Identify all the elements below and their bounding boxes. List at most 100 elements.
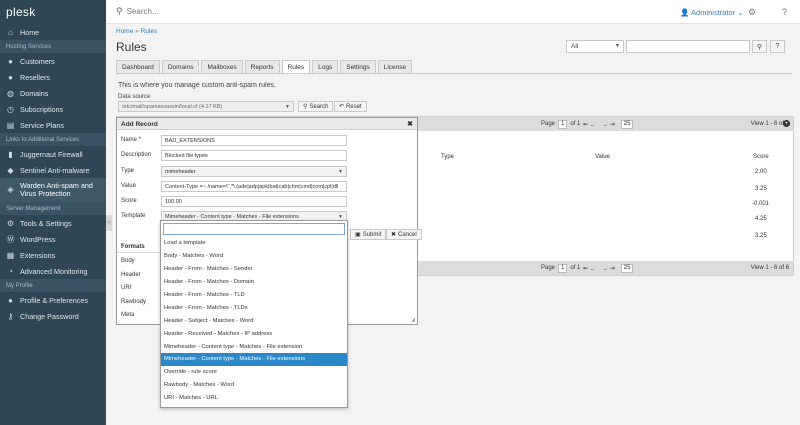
col-type[interactable]: Type <box>441 154 454 160</box>
sidebar-item-resellers[interactable]: ● Resellers <box>0 69 106 85</box>
sidebar-item-subscriptions[interactable]: ◷ Subscriptions <box>0 101 106 117</box>
col-score[interactable]: Score <box>753 154 769 160</box>
sidebar-item-customers[interactable]: ● Customers <box>0 53 106 69</box>
sidebar-item-extensions[interactable]: ▦ Extensions <box>0 247 106 263</box>
template-option[interactable]: Body - Matches - Word <box>161 250 347 263</box>
dialog-title: Add Record <box>121 121 158 128</box>
template-option[interactable]: Mimeheader - Content type - Matches - Fi… <box>161 353 347 366</box>
cancel-icon: ✖ <box>391 232 397 238</box>
template-search-input[interactable] <box>163 223 345 235</box>
sidebar-item-service-plans[interactable]: ▤ Service Plans <box>0 117 106 133</box>
pager-page-label: Page <box>541 265 556 271</box>
tab-settings[interactable]: Settings <box>340 60 376 73</box>
sidebar-item-tools-settings[interactable]: ⚙ Tools & Settings <box>0 215 106 231</box>
template-option[interactable]: Header - From - Matches - TLDs <box>161 301 347 314</box>
template-option[interactable]: Mimeheader - Content type - Matches - Fi… <box>161 340 347 353</box>
tab-mailboxes[interactable]: Mailboxes <box>201 60 243 73</box>
filter-input[interactable] <box>626 40 750 53</box>
sidebar-section-header: Server Management <box>0 202 106 215</box>
sidebar-item-advanced-monitoring[interactable]: ◔ Advanced Monitoring <box>0 263 106 279</box>
description-field[interactable]: Blocked file types <box>161 150 347 161</box>
type-select[interactable]: mimeheader ▼ <box>161 166 347 177</box>
template-option[interactable]: Override - rule score <box>161 366 347 379</box>
sidebar-section-header: My Profile <box>0 279 106 292</box>
template-option[interactable]: URI - Matches - URL <box>161 392 347 405</box>
tab-divider <box>116 73 792 74</box>
data-source-label: Data source <box>118 94 151 100</box>
col-value[interactable]: Value <box>595 154 610 160</box>
breadcrumb-current[interactable]: Rules <box>141 28 158 35</box>
help-button[interactable]: ? <box>770 40 785 53</box>
per-page-select[interactable]: 25 <box>620 263 634 273</box>
template-option[interactable]: Header - From - Matches - Domain <box>161 276 347 289</box>
chevron-down-icon: ▼ <box>285 104 290 110</box>
submit-button[interactable]: ▣ Submit <box>350 229 387 240</box>
tab-logs[interactable]: Logs <box>312 60 339 73</box>
format-item-header[interactable]: Header <box>121 272 141 278</box>
user-menu[interactable]: 👤 Administrator ⌄ <box>680 8 744 17</box>
pager-prev-icon[interactable]: ⇤ ← <box>583 265 596 272</box>
value-field[interactable]: Content-Type =~ /name=\".*\.(ade|adp|apk… <box>161 181 347 192</box>
search-icon: ⚲ <box>116 6 123 16</box>
sidebar-item-profile-preferences[interactable]: ● Profile & Preferences <box>0 292 106 308</box>
pager-page-input[interactable]: 1 <box>558 263 568 273</box>
top-bar: ⚲ Search... 👤 Administrator ⌄ ⚙ ? <box>106 0 800 24</box>
tab-domains[interactable]: Domains <box>161 60 200 73</box>
resize-handle-icon[interactable]: ◢ <box>411 317 415 323</box>
format-item-body[interactable]: Body <box>121 258 135 264</box>
filter-search-button[interactable]: ⚲ <box>752 40 767 53</box>
sidebar-item-label: Extensions <box>20 250 56 260</box>
add-record-icon[interactable]: + <box>783 120 790 127</box>
search-button-label: Search <box>309 103 329 110</box>
format-item-meta[interactable]: Meta <box>121 312 134 318</box>
format-item-uri[interactable]: URI <box>121 285 131 291</box>
score-field[interactable]: 100.00 <box>161 196 347 207</box>
key-icon: ⚷ <box>7 311 14 321</box>
template-option[interactable]: Header - Received - Matches - IP address <box>161 327 347 340</box>
sidebar-item-label: Domains <box>20 88 49 98</box>
sidebar-item-warden-anti-spam-and-virus-protection[interactable]: ◈ Warden Anti-spam and Virus Protection <box>0 178 106 202</box>
tab-reports[interactable]: Reports <box>244 60 280 73</box>
sidebar-item-juggernaut-firewall[interactable]: ▮ Juggernaut Firewall <box>0 146 106 162</box>
template-option[interactable]: Header - From - Matches - TLD <box>161 289 347 302</box>
tab-license[interactable]: License <box>377 60 413 73</box>
help-icon: ? <box>775 43 780 50</box>
formats-header: Formats <box>117 241 161 253</box>
format-item-rawbody[interactable]: Rawbody <box>121 299 146 305</box>
sidebar-item-sentinel-anti-malware[interactable]: ◆ Sentinel Anti-malware <box>0 162 106 178</box>
user-name: Administrator <box>691 8 736 17</box>
sidebar-item-home[interactable]: ⌂ Home <box>0 24 106 40</box>
sidebar-item-wordpress[interactable]: Ⓦ WordPress <box>0 231 106 247</box>
plesk-logo[interactable]: plesk <box>0 0 106 24</box>
pager-prev-icon[interactable]: ⇤ ← <box>583 121 596 128</box>
pager-page-input[interactable]: 1 <box>558 119 568 129</box>
filter-select[interactable]: All ▼ <box>566 40 624 53</box>
tab-dashboard[interactable]: Dashboard <box>116 60 160 73</box>
data-source-select[interactable]: /etc/mail/spamassassin/local.cf (4.17 KB… <box>118 101 294 112</box>
template-option[interactable]: Rawbody - Matches - Word <box>161 379 347 392</box>
sidebar-item-change-password[interactable]: ⚷ Change Password <box>0 308 106 324</box>
reset-button[interactable]: ↶ Reset <box>334 101 367 112</box>
pager-next-icon[interactable]: → ⇥ <box>602 265 615 272</box>
sidebar-section-header: Links to Additional Services <box>0 133 106 146</box>
sidebar-item-domains[interactable]: ◍ Domains <box>0 85 106 101</box>
pager-next-icon[interactable]: → ⇥ <box>602 121 615 128</box>
search-button[interactable]: ⚲ Search <box>298 101 334 112</box>
global-search[interactable]: ⚲ Search... <box>116 6 159 17</box>
cancel-button[interactable]: ✖ Cancel <box>386 229 422 240</box>
template-option[interactable]: Load a template <box>161 237 347 250</box>
support-icon[interactable]: ⚙ <box>748 7 756 18</box>
tab-rules[interactable]: Rules <box>281 60 311 73</box>
template-option[interactable]: Header - Subject - Matches - Word <box>161 314 347 327</box>
sidebar: plesk ⌂ Home Hosting Services ● Customers ● Re… <box>0 0 106 425</box>
name-field[interactable]: BAD_EXTENSIONS <box>161 135 347 146</box>
template-option[interactable]: Header - From - Matches - Sender <box>161 263 347 276</box>
sidebar-collapse-toggle[interactable]: ‹ <box>106 215 112 231</box>
description-label: Description <box>121 152 152 158</box>
score-label: Score <box>121 198 137 204</box>
extensions-icon: ▦ <box>6 250 15 260</box>
per-page-select[interactable]: 25 <box>620 119 634 129</box>
help-icon[interactable]: ? <box>782 7 787 17</box>
close-icon[interactable]: ✖ <box>407 120 413 128</box>
breadcrumb-home[interactable]: Home <box>116 28 133 35</box>
